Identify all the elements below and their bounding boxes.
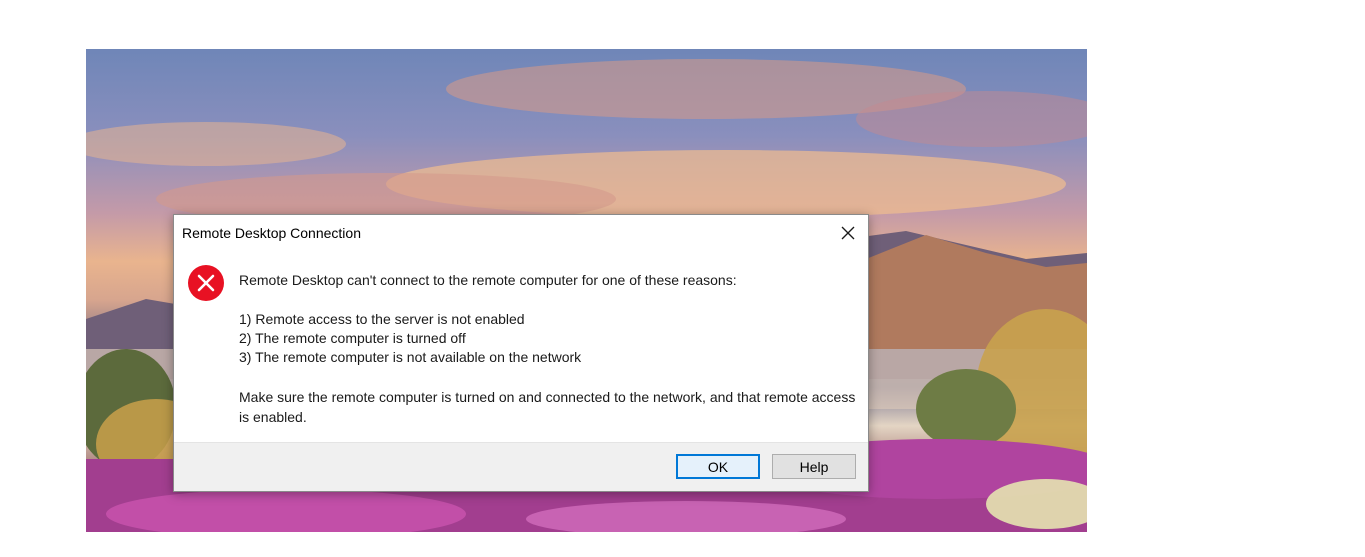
advice-text: Make sure the remote computer is turned …: [239, 389, 856, 425]
close-icon: [841, 226, 855, 240]
dialog-button-bar: OK Help: [174, 442, 868, 491]
dialog-title: Remote Desktop Connection: [182, 225, 361, 241]
error-icon: [188, 265, 224, 301]
reason-item: 1) Remote access to the server is not en…: [239, 311, 525, 327]
close-button[interactable]: [834, 219, 862, 247]
reason-item: 2) The remote computer is turned off: [239, 330, 466, 346]
help-button[interactable]: Help: [772, 454, 856, 479]
error-dialog: Remote Desktop Connection Remote Desktop…: [173, 214, 869, 492]
error-message: Remote Desktop can't connect to the remo…: [239, 272, 737, 288]
ok-button[interactable]: OK: [676, 454, 760, 479]
dialog-title-bar[interactable]: Remote Desktop Connection: [174, 215, 868, 251]
reason-item: 3) The remote computer is not available …: [239, 349, 582, 365]
